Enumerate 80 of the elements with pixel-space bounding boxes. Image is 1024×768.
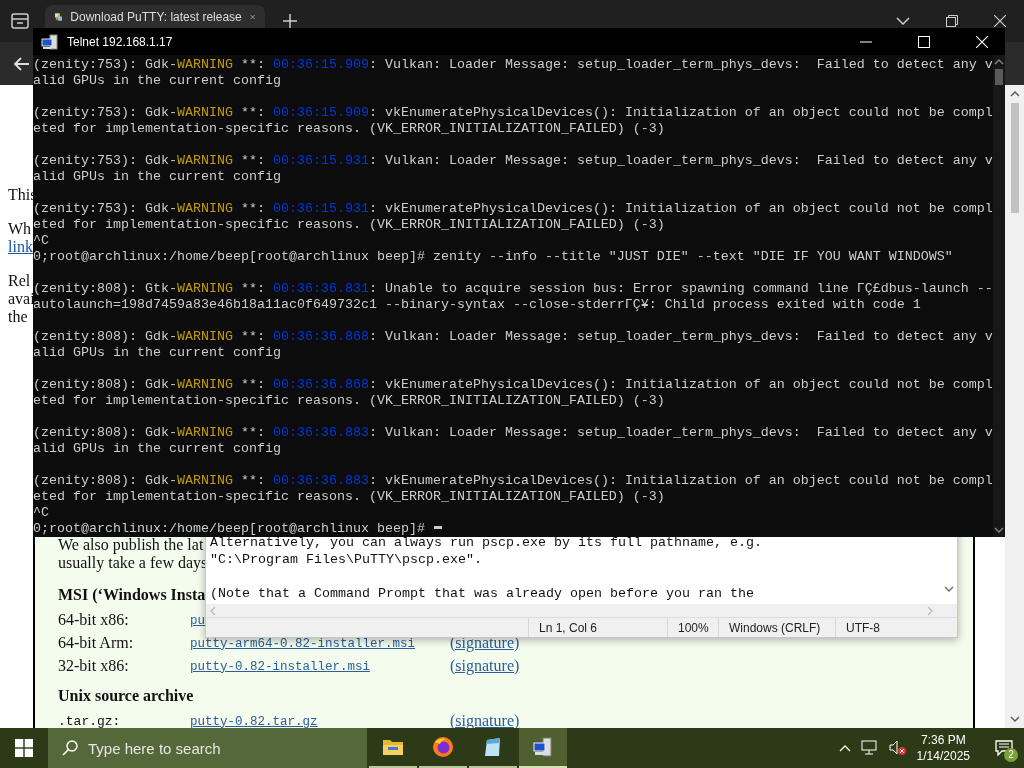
maximize-icon[interactable] [918, 35, 930, 48]
terminal-line: (zenity:808): Gdk-WARNING **: 00:36:36.868: Vulkan: Loader Message: setup_loader_term_phys_devs: Failed to detect any v [33, 329, 993, 345]
terminal-line: 0;root@archlinux:/home/beep[root@archlinux beep]# zenity --info --title "JUST DIE" --text "DIE IF YOU WANT WINDOWS" [33, 249, 953, 265]
signature-link[interactable]: (signature) [450, 656, 520, 675]
text-link[interactable]: link [8, 238, 33, 256]
notification-count: 2 [1004, 748, 1018, 762]
terminal-line: (zenity:808): Gdk-WARNING **: 00:36:36.883: Vulkan: Loader Message: setup_loader_term_phys_devs: Failed to detect any v [33, 425, 993, 441]
terminal-line: autolaunch=198d7459a83e46b18a11ac0f649732c1 --binary-syntax --close-stderrΓÇ¥: Child process exited with code 1 [33, 297, 921, 313]
terminal-line: 0;root@archlinux:/home/beep[root@archlinux beep]# [33, 521, 426, 537]
text-line: "C:\Program Files\PuTTY\pscp.exe". [210, 551, 482, 568]
terminal-line: eted for implementation-specific reasons. (VK_ERROR_INITIALIZATION_FAILED) (-3) [33, 121, 665, 137]
browser-icon [432, 736, 454, 758]
paragraph-text: the [8, 308, 28, 326]
status-text: 100% [678, 620, 709, 635]
platform-label: 64-bit x86: [58, 610, 129, 628]
text-cursor [434, 526, 442, 529]
status-text: Windows (CRLF) [729, 620, 821, 635]
terminal-line: (zenity:753): Gdk-WARNING **: 00:36:15.909: Vulkan: Loader Message: setup_loader_term_phys_devs: Failed to detect any v [33, 57, 993, 73]
chevron-down-icon[interactable] [896, 17, 910, 25]
status-text: UTF-8 [846, 620, 880, 635]
terminal-line: ^C [33, 233, 49, 248]
restore-icon[interactable] [946, 15, 958, 27]
paragraph-text: We also publish the lat [58, 536, 204, 554]
notification-icon [995, 740, 1013, 756]
terminal-line: (zenity:808): Gdk-WARNING **: 00:36:36.883: vkEnumeratePhysicalDevices(): Initialization of an object could not be compl [33, 473, 993, 489]
text-line: Alternatively, you can always run pscp.exe by its full pathname, e.g. [210, 535, 762, 551]
telnet-button[interactable] [519, 728, 567, 768]
paragraph-text: Rel [8, 272, 31, 290]
terminal-line: eted for implementation-specific reasons. (VK_ERROR_INITIALIZATION_FAILED) (-3) [33, 217, 665, 233]
scrollbar[interactable] [1005, 85, 1024, 728]
scroll-thumb[interactable] [1010, 103, 1019, 213]
windows-logo-icon [15, 739, 33, 757]
clock-date[interactable]: 1/14/2025 [916, 748, 970, 764]
speaker-icon[interactable] [888, 740, 907, 756]
paragraph-text: avai [8, 290, 35, 307]
close-icon[interactable] [994, 15, 1006, 27]
download-link[interactable]: putty-0.82.tar.gz [190, 714, 318, 728]
paragraph-text: Wh [8, 220, 32, 238]
download-link[interactable]: putty-0.82-installer.msi [190, 659, 371, 674]
scroll-down-icon[interactable] [944, 586, 954, 592]
scroll-thumb[interactable] [995, 69, 1003, 85]
computer-icon [41, 33, 59, 50]
scroll-up-icon[interactable] [994, 59, 1004, 65]
terminal-line: (zenity:753): Gdk-WARNING **: 00:36:15.909: vkEnumeratePhysicalDevices(): Initialization of an object could not be compl [33, 105, 993, 121]
window-title: Telnet 192.168.1.17 [67, 34, 173, 49]
network-icon[interactable] [860, 740, 879, 756]
browser-tab[interactable]: Download PuTTY: latest release [45, 5, 265, 28]
terminal-line: (zenity:808): Gtk-WARNING **: 00:36:36.831: Unable to acquire session bus: Error spawning command line ΓÇ£dbus-launch -- [33, 281, 993, 297]
terminal-line: alid GPUs in the current config [33, 169, 281, 185]
terminal-line: (zenity:808): Gdk-WARNING **: 00:36:36.868: vkEnumeratePhysicalDevices(): Initialization of an object could not be compl [33, 377, 993, 393]
platform-label: 32-bit x86: [58, 656, 129, 674]
tab-list-icon[interactable] [11, 13, 29, 29]
section-heading: Unix source archive [58, 687, 194, 705]
terminal-line: alid GPUs in the current config [33, 73, 281, 89]
terminal-line: eted for implementation-specific reasons. (VK_ERROR_INITIALIZATION_FAILED) (-3) [33, 393, 665, 409]
signature-link[interactable]: (signature) [450, 633, 520, 652]
download-link[interactable]: pu [190, 613, 205, 628]
status-text: Ln 1, Col 6 [539, 620, 598, 635]
scroll-up-icon[interactable] [1009, 91, 1020, 97]
platform-label: 64-bit Arm: [58, 633, 134, 651]
download-link[interactable]: putty-arm64-0.82-installer.msi [190, 636, 416, 651]
chevron-up-icon[interactable] [838, 744, 851, 752]
terminal-line: alid GPUs in the current config [33, 441, 281, 457]
computer-icon [532, 736, 554, 758]
new-tab-icon[interactable] [283, 14, 297, 28]
terminal-line: alid GPUs in the current config [33, 345, 281, 361]
folder-icon [382, 738, 404, 756]
terminal-line: (zenity:753): Gdk-WARNING **: 00:36:15.931: vkEnumeratePhysicalDevices(): Initialization of an object could not be compl [33, 201, 993, 217]
search-field[interactable]: Type here to search [48, 728, 367, 768]
terminal-line: eted for implementation-specific reasons. (VK_ERROR_INITIALIZATION_FAILED) (-3) [33, 489, 665, 505]
text-line: (Note that a Command Prompt that was already open before you ran the [210, 585, 754, 602]
platform-label: .tar.gz: [58, 713, 121, 728]
clock-time[interactable]: 7:36 PM [920, 732, 966, 748]
section-heading: MSI (‘Windows Insta [58, 586, 206, 604]
back-arrow-icon[interactable] [14, 56, 30, 71]
scrollbar[interactable] [993, 55, 1005, 537]
terminal-line: (zenity:753): Gdk-WARNING **: 00:36:15.931: Vulkan: Loader Message: setup_loader_term_phys_devs: Failed to detect any v [33, 153, 993, 169]
terminal-line: ^C [33, 505, 49, 521]
scroll-down-icon[interactable] [1009, 716, 1020, 722]
scroll-down-icon[interactable] [994, 527, 1004, 533]
